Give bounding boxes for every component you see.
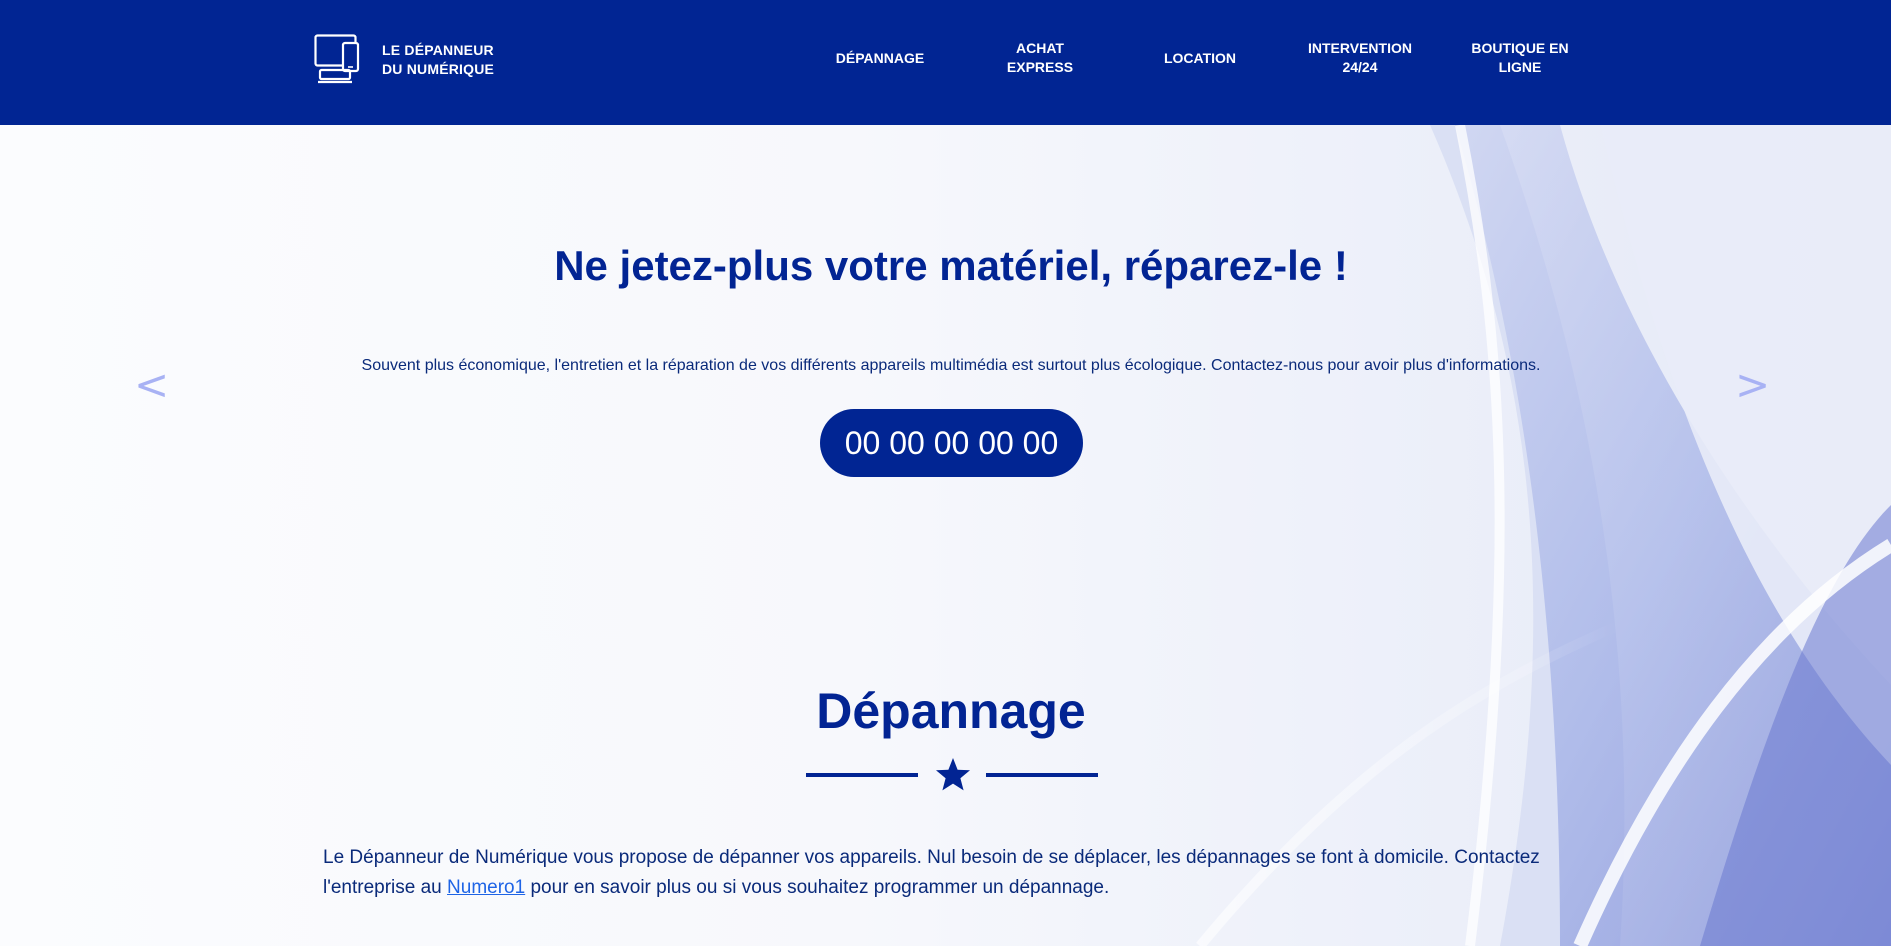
nav-item-location[interactable]: LOCATION bbox=[1146, 38, 1254, 78]
phone-number-link[interactable]: Numero1 bbox=[447, 877, 525, 898]
hero-subtitle: Souvent plus économique, l'entretien et … bbox=[361, 357, 1541, 374]
nav-item-boutique[interactable]: BOUTIQUE EN LIGNE bbox=[1460, 38, 1580, 78]
site-header: LE DÉPANNEUR DU NUMÉRIQUE DÉPANNAGE ACHA… bbox=[0, 0, 1891, 125]
star-icon bbox=[936, 758, 970, 791]
nav-item-intervention[interactable]: INTERVENTION 24/24 bbox=[1298, 38, 1422, 78]
divider-line-left bbox=[806, 773, 918, 777]
main-nav: DÉPANNAGE ACHAT EXPRESS LOCATION INTERVE… bbox=[0, 38, 1891, 78]
nav-item-depannage[interactable]: DÉPANNAGE bbox=[826, 38, 934, 78]
title-divider bbox=[806, 756, 1098, 794]
phone-button[interactable]: 00 00 00 00 00 bbox=[820, 409, 1083, 477]
section-body-text-end: pour en savoir plus ou si vous souhaitez… bbox=[525, 877, 1110, 898]
nav-item-achat-express[interactable]: ACHAT EXPRESS bbox=[984, 38, 1096, 78]
hero-title: Ne jetez-plus votre matériel, réparez-le… bbox=[554, 242, 1348, 289]
section-body: Le Dépanneur de Numérique vous propose d… bbox=[323, 843, 1583, 903]
divider-line-right bbox=[986, 773, 1098, 777]
section-title: Dépannage bbox=[816, 683, 1086, 739]
